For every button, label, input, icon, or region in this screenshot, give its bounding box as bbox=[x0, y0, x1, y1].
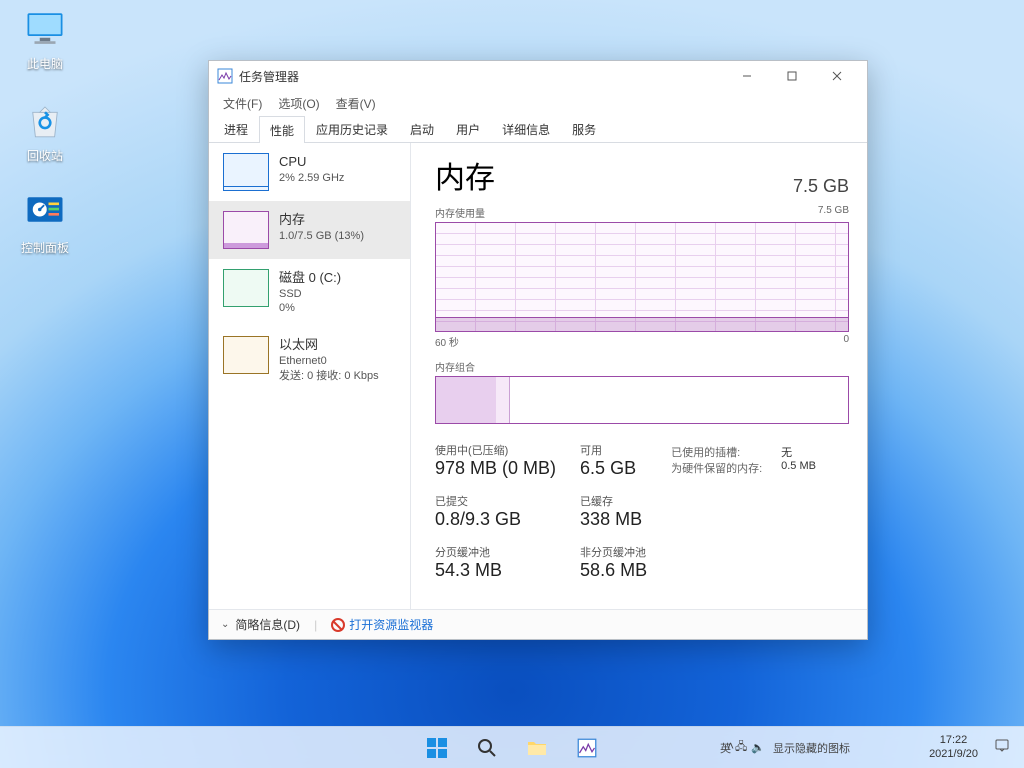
clock[interactable]: 17:22 2021/9/20 bbox=[921, 734, 986, 760]
network-icon[interactable]: 🖧 bbox=[735, 738, 747, 757]
systray-hint: 英 🖧 🔈 显示隐藏的图标 bbox=[720, 727, 850, 768]
pc-icon bbox=[24, 8, 66, 50]
task-manager-icon bbox=[217, 68, 233, 84]
task-manager-footer: ⌄ 简略信息(D) | 打开资源监视器 bbox=[209, 609, 867, 639]
perf-item-cpu[interactable]: CPU 2% 2.59 GHz bbox=[209, 143, 410, 201]
perf-sub1: SSD bbox=[279, 287, 341, 302]
composition-label: 内存组合 bbox=[435, 359, 849, 374]
ethernet-mini-graph bbox=[223, 336, 269, 374]
perf-title: 内存 bbox=[279, 211, 364, 229]
tab-details[interactable]: 详细信息 bbox=[491, 115, 561, 142]
titlebar[interactable]: 任务管理器 bbox=[209, 61, 867, 91]
stat-in-use-label: 使用中(已压缩) bbox=[435, 442, 556, 458]
perf-detail: 2% 2.59 GHz bbox=[279, 171, 344, 186]
stat-paged-value: 54.3 MB bbox=[435, 560, 556, 581]
slots-used-label: 已使用的插槽: bbox=[671, 444, 771, 460]
perf-sub2: 发送: 0 接收: 0 Kbps bbox=[279, 369, 379, 384]
stat-cached-value: 338 MB bbox=[580, 509, 647, 530]
stat-nonpaged-label: 非分页缓冲池 bbox=[580, 544, 647, 560]
tray-hint-text: 显示隐藏的图标 bbox=[773, 740, 850, 756]
usage-graph-label: 内存使用量 bbox=[435, 205, 485, 220]
tab-services[interactable]: 服务 bbox=[561, 115, 607, 142]
perf-detail: 1.0/7.5 GB (13%) bbox=[279, 229, 364, 244]
hw-reserved-value: 0.5 MB bbox=[781, 460, 833, 476]
tab-startup[interactable]: 启动 bbox=[399, 115, 445, 142]
menu-file[interactable]: 文件(F) bbox=[215, 92, 270, 115]
volume-icon[interactable]: 🔈 bbox=[751, 741, 765, 754]
ime-icon[interactable]: 英 bbox=[720, 740, 731, 756]
total-capacity: 7.5 GB bbox=[793, 176, 849, 197]
menu-options[interactable]: 选项(O) bbox=[270, 92, 327, 115]
perf-item-disk[interactable]: 磁盘 0 (C:) SSD 0% bbox=[209, 259, 410, 326]
search-button[interactable] bbox=[467, 728, 507, 768]
tab-processes[interactable]: 进程 bbox=[213, 115, 259, 142]
memory-usage-graph bbox=[435, 222, 849, 332]
folder-icon bbox=[526, 737, 548, 759]
menu-bar: 文件(F) 选项(O) 查看(V) bbox=[209, 91, 867, 115]
performance-sidebar: CPU 2% 2.59 GHz 内存 1.0/7.5 GB (13%) 磁盘 0… bbox=[209, 143, 411, 609]
menu-view[interactable]: 查看(V) bbox=[328, 92, 384, 115]
disk-mini-graph bbox=[223, 269, 269, 307]
memory-mini-graph bbox=[223, 211, 269, 249]
cpu-mini-graph bbox=[223, 153, 269, 191]
perf-item-memory[interactable]: 内存 1.0/7.5 GB (13%) bbox=[209, 201, 410, 259]
desktop-icon-this-pc[interactable]: 此电脑 bbox=[8, 8, 82, 72]
desktop-icon-recycle-bin[interactable]: 回收站 bbox=[8, 100, 82, 164]
minimize-button[interactable] bbox=[724, 61, 769, 91]
memory-detail-pane: 内存 7.5 GB 内存使用量 7.5 GB 60 秒 0 内存组合 bbox=[411, 143, 867, 609]
desktop: 此电脑 回收站 控制面板 任务管理器 文件(F) 选项(O) 查看(V) 进程 bbox=[0, 0, 1024, 768]
close-button[interactable] bbox=[814, 61, 859, 91]
start-button[interactable] bbox=[417, 728, 457, 768]
desktop-icon-label: 控制面板 bbox=[8, 239, 82, 256]
stat-available-label: 可用 bbox=[580, 442, 647, 458]
clock-time: 17:22 bbox=[929, 734, 978, 747]
slots-used-value: 无 bbox=[781, 444, 833, 460]
open-resource-monitor-link[interactable]: 打开资源监视器 bbox=[331, 616, 433, 633]
stat-in-use-value: 978 MB (0 MB) bbox=[435, 458, 556, 479]
tab-users[interactable]: 用户 bbox=[445, 115, 491, 142]
file-explorer-button[interactable] bbox=[517, 728, 557, 768]
task-manager-icon bbox=[577, 738, 597, 758]
stat-nonpaged-value: 58.6 MB bbox=[580, 560, 647, 581]
hw-reserved-label: 为硬件保留的内存: bbox=[671, 460, 771, 476]
search-icon bbox=[477, 738, 497, 758]
desktop-icon-label: 此电脑 bbox=[8, 55, 82, 72]
tab-app-history[interactable]: 应用历史记录 bbox=[305, 115, 399, 142]
stat-cached-label: 已缓存 bbox=[580, 493, 647, 509]
stat-paged-label: 分页缓冲池 bbox=[435, 544, 556, 560]
fewer-details-button[interactable]: ⌄ 简略信息(D) bbox=[221, 616, 300, 633]
perf-item-ethernet[interactable]: 以太网 Ethernet0 发送: 0 接收: 0 Kbps bbox=[209, 326, 410, 393]
task-manager-taskbar-button[interactable] bbox=[567, 728, 607, 768]
detail-title: 内存 bbox=[435, 153, 495, 197]
clock-date: 2021/9/20 bbox=[929, 748, 978, 761]
notifications-button[interactable] bbox=[986, 737, 1018, 757]
maximize-button[interactable] bbox=[769, 61, 814, 91]
resource-monitor-icon bbox=[331, 618, 345, 632]
recycle-icon bbox=[24, 100, 66, 142]
start-icon bbox=[426, 737, 448, 759]
chevron-down-icon: ⌄ bbox=[221, 619, 229, 630]
tab-bar: 进程 性能 应用历史记录 启动 用户 详细信息 服务 bbox=[209, 115, 867, 143]
perf-sub2: 0% bbox=[279, 301, 341, 316]
taskbar: ˄ 英 🖧 🔈 显示隐藏的图标 17:22 2021/9/20 bbox=[0, 726, 1024, 768]
control-panel-icon bbox=[24, 192, 66, 234]
stat-committed-value: 0.8/9.3 GB bbox=[435, 509, 556, 530]
axis-left: 60 秒 bbox=[435, 334, 459, 349]
desktop-icon-label: 回收站 bbox=[8, 147, 82, 164]
perf-title: 磁盘 0 (C:) bbox=[279, 269, 341, 287]
usage-graph-cap: 7.5 GB bbox=[818, 205, 849, 220]
desktop-icon-control-panel[interactable]: 控制面板 bbox=[8, 192, 82, 256]
task-manager-window: 任务管理器 文件(F) 选项(O) 查看(V) 进程 性能 应用历史记录 启动 … bbox=[208, 60, 868, 640]
stat-available-value: 6.5 GB bbox=[580, 458, 647, 479]
notification-icon bbox=[994, 737, 1010, 753]
perf-title: CPU bbox=[279, 153, 344, 171]
perf-sub1: Ethernet0 bbox=[279, 354, 379, 369]
tab-performance[interactable]: 性能 bbox=[259, 116, 305, 143]
memory-composition-graph bbox=[435, 376, 849, 424]
axis-right: 0 bbox=[843, 334, 849, 349]
stat-committed-label: 已提交 bbox=[435, 493, 556, 509]
window-title: 任务管理器 bbox=[239, 68, 299, 85]
perf-title: 以太网 bbox=[279, 336, 379, 354]
